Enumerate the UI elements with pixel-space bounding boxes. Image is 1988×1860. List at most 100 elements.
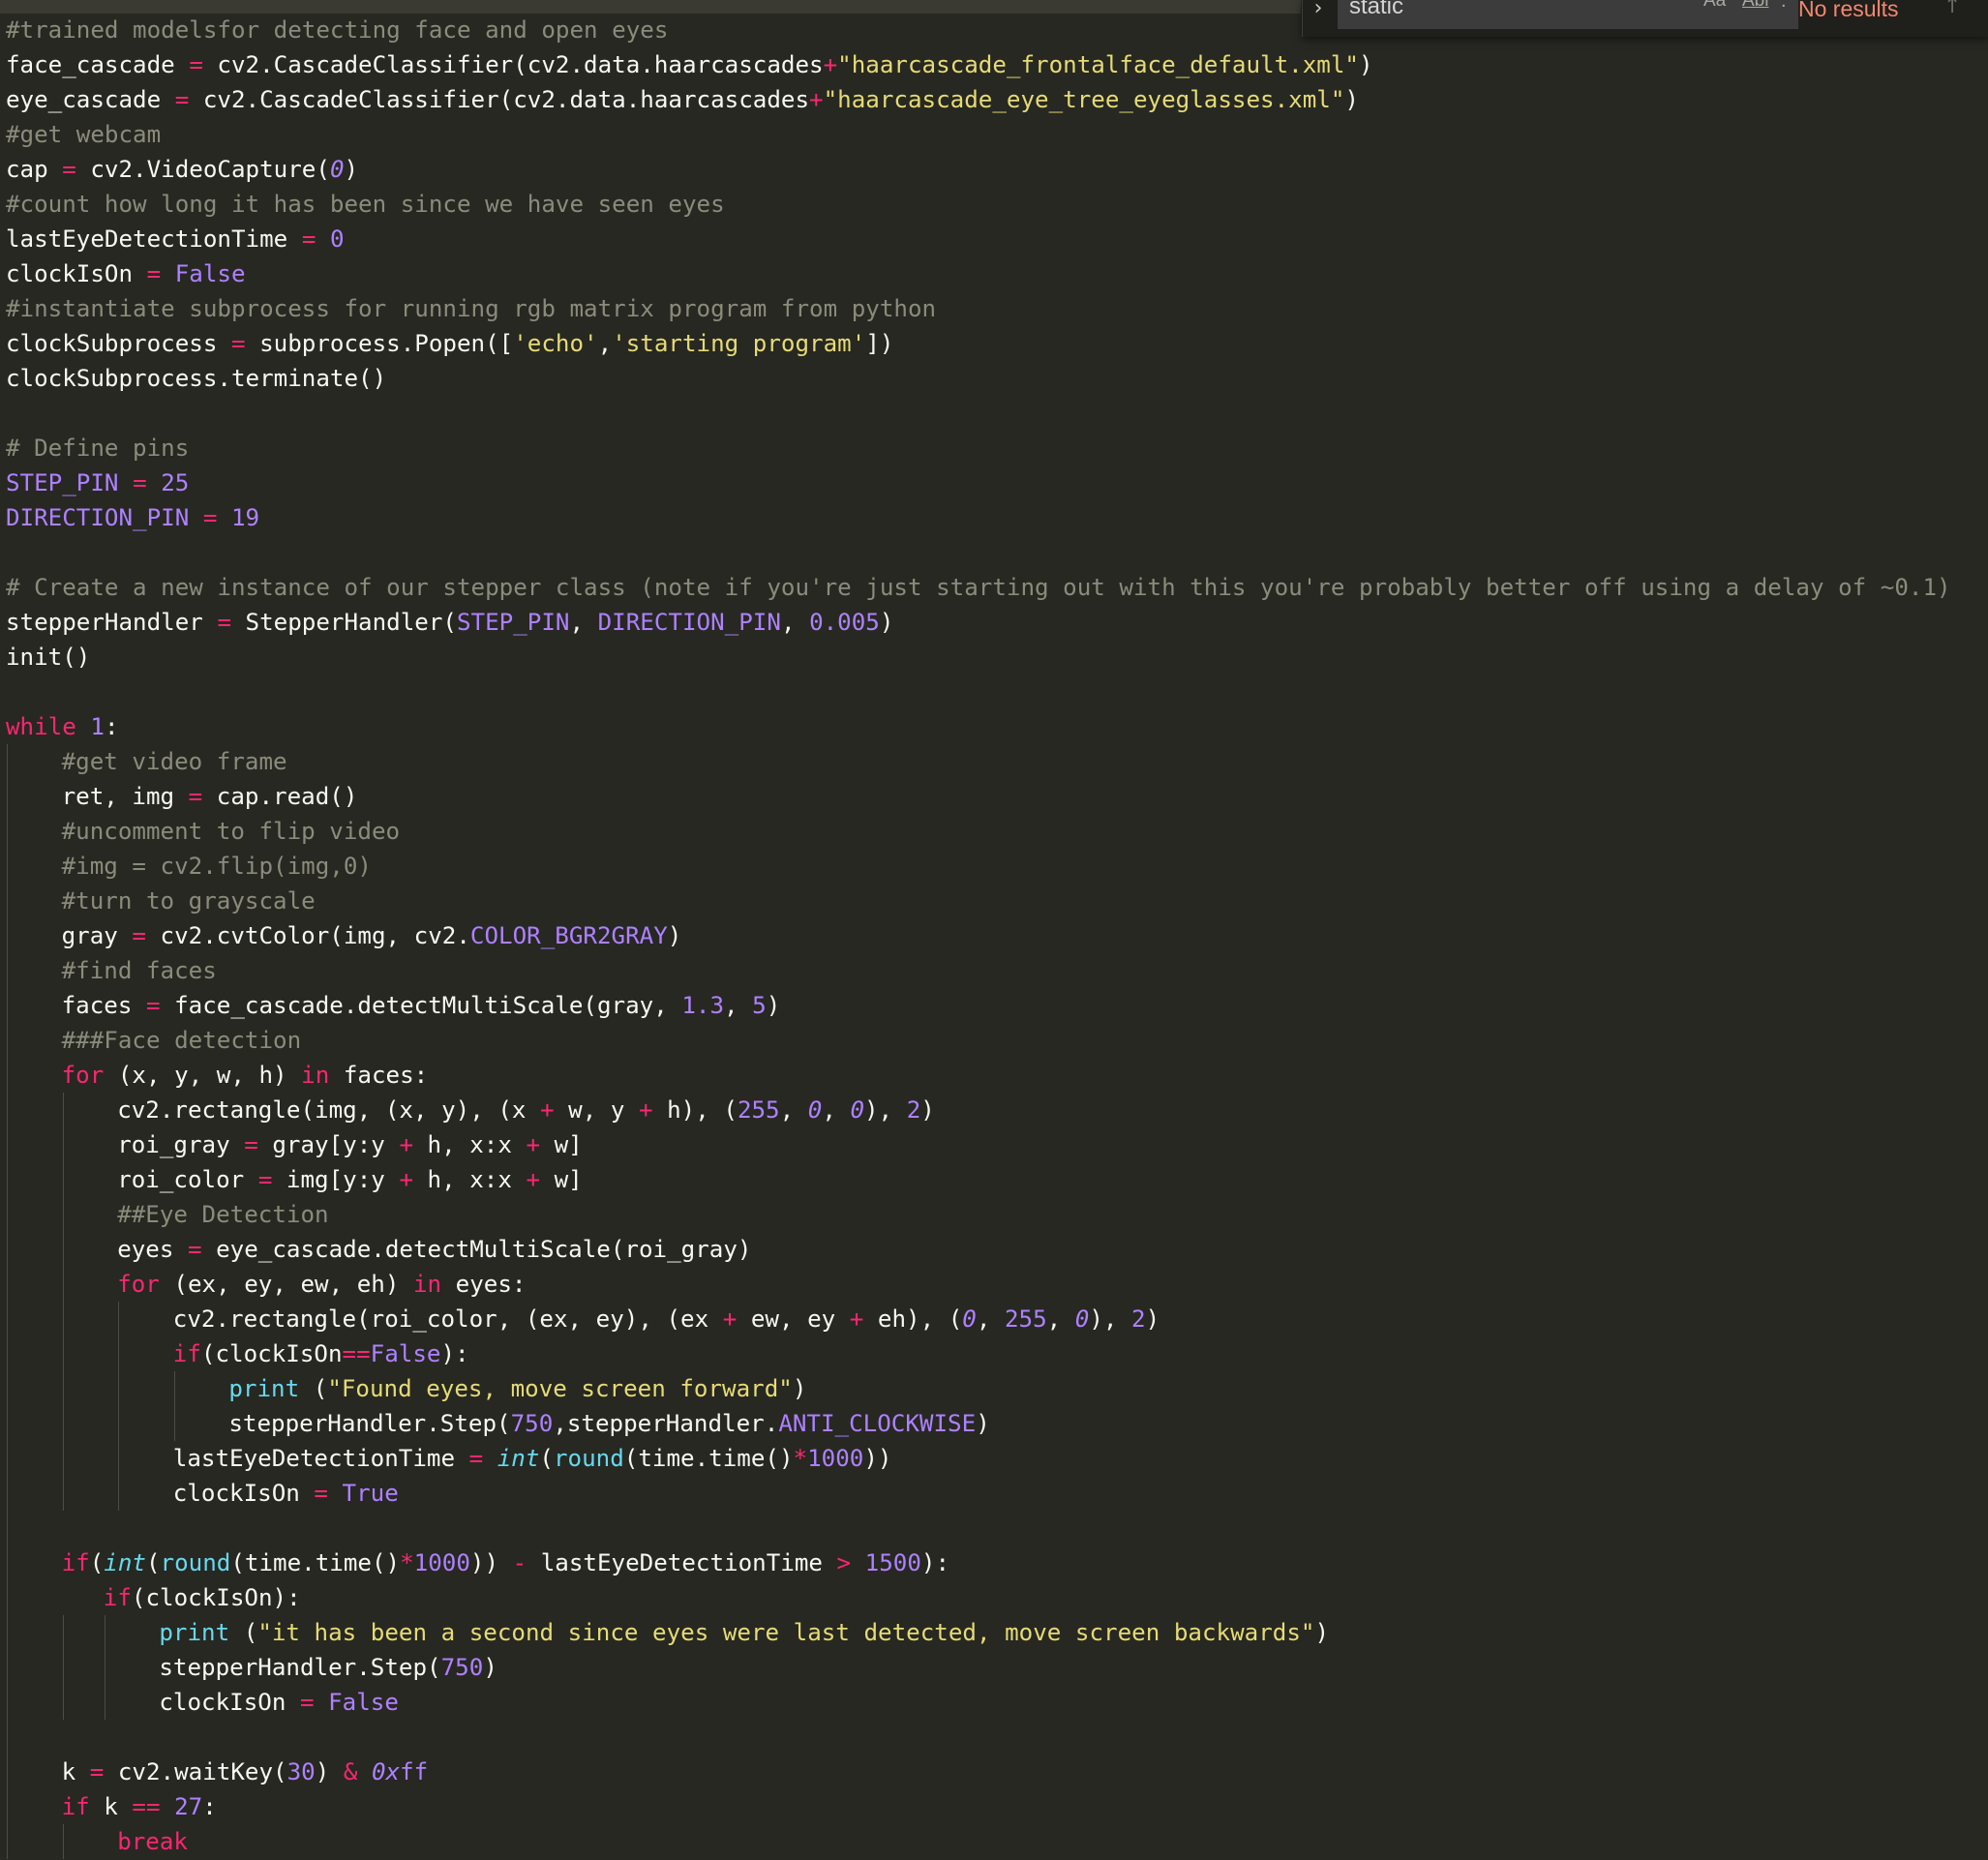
toggle-replace-icon[interactable]: › <box>1307 0 1330 25</box>
code-line[interactable]: break <box>6 1824 1951 1859</box>
code-line[interactable]: if(clockIsOn==False): <box>6 1336 1951 1371</box>
code-token: + <box>526 1166 541 1193</box>
code-line[interactable]: stepperHandler.Step(750) <box>6 1650 1951 1685</box>
code-line[interactable]: #get video frame <box>6 744 1951 779</box>
code-token: = <box>174 86 190 113</box>
indent-guide <box>62 1615 104 1650</box>
code-token: roi_color <box>117 1166 258 1193</box>
indent-guide <box>6 918 62 953</box>
code-token: 0x <box>371 1758 401 1785</box>
code-token: #trained modelsfor detecting face and op… <box>6 16 669 44</box>
code-line[interactable]: cv2.rectangle(roi_color, (ex, ey), (ex +… <box>6 1302 1951 1336</box>
code-line[interactable]: #instantiate subprocess for running rgb … <box>6 291 1951 326</box>
code-line[interactable]: #uncomment to flip video <box>6 814 1951 849</box>
code-line[interactable]: ###Face detection <box>6 1023 1951 1058</box>
code-line[interactable] <box>6 675 1951 709</box>
regex-toggle[interactable]: .* <box>1781 0 1793 17</box>
code-line[interactable]: print ("Found eyes, move screen forward"… <box>6 1371 1951 1406</box>
code-line[interactable]: if(int(round(time.time()*1000)) - lastEy… <box>6 1545 1951 1580</box>
code-line[interactable]: stepperHandler = StepperHandler(STEP_PIN… <box>6 605 1951 640</box>
match-case-toggle[interactable]: Aa <box>1703 0 1726 17</box>
code-line[interactable]: cv2.rectangle(img, (x, y), (x + w, y + h… <box>6 1093 1951 1127</box>
code-line[interactable]: lastEyeDetectionTime = 0 <box>6 222 1951 256</box>
code-token: + <box>639 1096 653 1124</box>
indent-guide <box>62 1232 118 1267</box>
code-token: 0 <box>329 156 345 183</box>
code-line[interactable] <box>6 1720 1951 1755</box>
code-editor[interactable]: #trained modelsfor detecting face and op… <box>0 0 1988 1860</box>
code-line[interactable]: print ("it has been a second since eyes … <box>6 1615 1951 1650</box>
code-token: "Found eyes, move screen forward" <box>327 1375 793 1402</box>
code-token: cv2.rectangle(roi_color, (ex, ey), (ex <box>172 1305 723 1333</box>
code-line[interactable]: cap = cv2.VideoCapture(0) <box>6 152 1951 187</box>
match-whole-word-toggle[interactable]: Abl <box>1742 0 1768 17</box>
code-token: print <box>228 1375 300 1402</box>
code-line[interactable]: clockSubprocess = subprocess.Popen(['ech… <box>6 326 1951 361</box>
code-token: + <box>540 1096 555 1124</box>
find-input[interactable] <box>1349 0 1601 21</box>
code-token: for <box>117 1271 160 1298</box>
code-line[interactable]: init() <box>6 640 1951 675</box>
indent-guide <box>104 1685 160 1720</box>
code-token: + <box>823 51 838 78</box>
code-token: : <box>202 1793 217 1820</box>
code-line[interactable]: stepperHandler.Step(750,stepperHandler.A… <box>6 1406 1951 1441</box>
code-token: eyes: <box>441 1271 527 1298</box>
code-token: 750 <box>510 1410 554 1437</box>
code-token: stepperHandler.Step( <box>228 1410 511 1437</box>
code-line[interactable]: # Define pins <box>6 431 1951 465</box>
code-token: True <box>342 1480 399 1507</box>
code-line[interactable]: roi_gray = gray[y:y + h, x:x + w] <box>6 1127 1951 1162</box>
code-token: faces <box>61 992 146 1019</box>
code-line[interactable]: lastEyeDetectionTime = int(round(time.ti… <box>6 1441 1951 1476</box>
code-token: w, y <box>554 1096 639 1124</box>
code-token: ) <box>1314 1619 1330 1646</box>
code-area[interactable]: #trained modelsfor detecting face and op… <box>6 13 1951 1859</box>
code-token: 255 <box>737 1096 780 1124</box>
code-line[interactable]: STEP_PIN = 25 <box>6 465 1951 500</box>
code-line[interactable]: clockIsOn = False <box>6 256 1951 291</box>
indent-guide <box>117 1406 173 1441</box>
code-line[interactable]: eyes = eye_cascade.detectMultiScale(roi_… <box>6 1232 1951 1267</box>
code-line[interactable]: #count how long it has been since we hav… <box>6 187 1951 222</box>
code-line[interactable]: while 1: <box>6 709 1951 744</box>
code-token: 1.3 <box>681 992 725 1019</box>
code-line[interactable]: k = cv2.waitKey(30) & 0xff <box>6 1755 1951 1789</box>
code-line[interactable]: DIRECTION_PIN = 19 <box>6 500 1951 535</box>
code-line[interactable]: face_cascade = cv2.CascadeClassifier(cv2… <box>6 47 1951 82</box>
code-token: k <box>89 1793 133 1820</box>
code-line[interactable] <box>6 1511 1951 1545</box>
code-line[interactable]: eye_cascade = cv2.CascadeClassifier(cv2.… <box>6 82 1951 117</box>
code-line[interactable]: #get webcam <box>6 117 1951 152</box>
code-token: 19 <box>231 504 260 531</box>
code-line[interactable]: gray = cv2.cvtColor(img, cv2.COLOR_BGR2G… <box>6 918 1951 953</box>
code-line[interactable]: roi_color = img[y:y + h, x:x + w] <box>6 1162 1951 1197</box>
code-line[interactable] <box>6 535 1951 570</box>
indent-guide <box>117 1441 173 1476</box>
code-line[interactable]: clockIsOn = True <box>6 1476 1951 1511</box>
code-token: 750 <box>440 1654 484 1681</box>
find-input-box[interactable]: Aa Abl .* <box>1338 0 1798 29</box>
code-token: gray[y:y <box>257 1131 400 1158</box>
code-line[interactable]: for (x, y, w, h) in faces: <box>6 1058 1951 1093</box>
code-token: cv2.CascadeClassifier(cv2.data.haarcasca… <box>202 51 824 78</box>
indent-guide <box>62 1406 118 1441</box>
code-line[interactable]: #img = cv2.flip(img,0) <box>6 849 1951 884</box>
code-line[interactable] <box>6 396 1951 431</box>
code-line[interactable]: ##Eye Detection <box>6 1197 1951 1232</box>
code-line[interactable]: if k == 27: <box>6 1789 1951 1824</box>
code-line[interactable]: clockIsOn = False <box>6 1685 1951 1720</box>
code-line[interactable]: clockSubprocess.terminate() <box>6 361 1951 396</box>
code-line[interactable]: if(clockIsOn): <box>6 1580 1951 1615</box>
previous-match-icon[interactable]: ↑ <box>1943 0 1961 19</box>
code-line[interactable]: ret, img = cap.read() <box>6 779 1951 814</box>
code-line[interactable]: # Create a new instance of our stepper c… <box>6 570 1951 605</box>
code-line[interactable]: #turn to grayscale <box>6 884 1951 918</box>
code-line[interactable]: faces = face_cascade.detectMultiScale(gr… <box>6 988 1951 1023</box>
code-token: * <box>793 1445 808 1472</box>
code-token: ) <box>1344 86 1359 113</box>
code-line[interactable]: for (ex, ey, ew, eh) in eyes: <box>6 1267 1951 1302</box>
code-line[interactable]: #find faces <box>6 953 1951 988</box>
